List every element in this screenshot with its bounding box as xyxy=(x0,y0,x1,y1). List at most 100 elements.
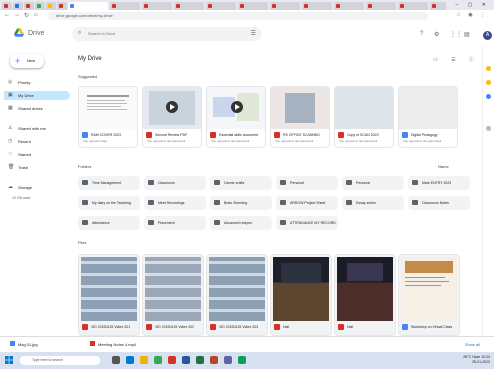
browser-tab[interactable] xyxy=(270,2,300,10)
folder-item[interactable]: Classroom xyxy=(144,176,206,190)
drive-icon: ▣ xyxy=(8,92,13,98)
folder-item[interactable]: Career crafts xyxy=(210,176,272,190)
home-icon[interactable]: ⌂ xyxy=(34,12,38,18)
edge-icon[interactable] xyxy=(126,356,134,364)
account-badge-icon[interactable]: ▤ xyxy=(464,31,470,38)
add-addon-icon[interactable] xyxy=(486,126,491,131)
folder-item[interactable]: Essay series xyxy=(342,196,404,210)
search-options-icon[interactable]: ☰ xyxy=(251,30,256,37)
sidebar-item-recent[interactable]: ◷ Recent xyxy=(4,137,70,146)
file-card[interactable]: VID 20230125 Video 001 xyxy=(78,254,140,336)
search-bar[interactable]: ⌕ ☰ xyxy=(72,27,262,41)
apps-grid-icon[interactable]: ⋮⋮ xyxy=(450,31,462,38)
settings-icon[interactable]: ⚙ xyxy=(434,31,439,38)
browser-tab[interactable] xyxy=(174,2,204,10)
file-card[interactable]: Workshop on Virtual Class xyxy=(398,254,460,336)
app-icon[interactable] xyxy=(168,356,176,364)
meet-icon[interactable] xyxy=(238,356,246,364)
folder-item[interactable]: Placement xyxy=(144,216,206,230)
suggested-file-card[interactable]: Essential skills document You opened in … xyxy=(206,86,266,148)
folder-item[interactable]: ATTENDANCE MY RECORDS xyxy=(276,216,338,230)
sidebar-item-trash[interactable]: 🗑 Trash xyxy=(4,163,70,172)
forward-icon[interactable]: → xyxy=(14,12,20,18)
search-icon[interactable]: ⌕ xyxy=(78,30,81,37)
folder-item[interactable]: Personal xyxy=(276,176,338,190)
word-icon[interactable] xyxy=(182,356,190,364)
browser-tab[interactable] xyxy=(206,2,236,10)
browser-tab[interactable] xyxy=(430,2,446,10)
powerpoint-icon[interactable] xyxy=(210,356,218,364)
suggested-file-card[interactable]: Digital Pedagogy You opened in the past … xyxy=(398,86,458,148)
browser-tab-active[interactable] xyxy=(68,2,108,10)
browser-tab[interactable] xyxy=(238,2,268,10)
show-all-downloads-button[interactable]: Show all xyxy=(465,342,480,347)
file-card[interactable]: VID 20230125 Video 002 xyxy=(142,254,204,336)
sidebar-item-starred[interactable]: ☆ Starred xyxy=(4,150,70,159)
browser-tab[interactable] xyxy=(13,2,23,10)
url-field[interactable]: drive.google.com/drive/my-drive xyxy=(48,12,428,20)
view-options-icon[interactable]: ⚇ ☰ ⓘ xyxy=(433,56,480,63)
chrome-icon[interactable] xyxy=(154,356,162,364)
browser-tab[interactable] xyxy=(110,2,140,10)
browser-tab[interactable] xyxy=(57,2,67,10)
extensions-icon[interactable]: ☆ ◉ ⋮ xyxy=(456,12,488,18)
folder-name: Classroom Notes xyxy=(422,201,449,205)
folder-icon xyxy=(280,200,286,205)
windows-start-icon[interactable] xyxy=(5,356,13,364)
folder-item[interactable]: Meet Recordings xyxy=(144,196,206,210)
folder-item[interactable]: Personal xyxy=(342,176,404,190)
browser-tab[interactable] xyxy=(302,2,332,10)
suggested-file-card[interactable]: Second Review PDF You opened in the past… xyxy=(142,86,202,148)
sort-control[interactable]: Name xyxy=(438,164,449,169)
browser-tab[interactable] xyxy=(334,2,364,10)
file-name: VID 20230125 Video 002 xyxy=(155,325,195,329)
browser-tab[interactable] xyxy=(35,2,45,10)
calendar-icon[interactable] xyxy=(486,66,491,71)
back-icon[interactable]: ← xyxy=(4,12,10,18)
folder-item[interactable]: Mark ENTRY 2023 xyxy=(408,176,470,190)
suggested-file-card[interactable]: RS OFFICE SCANNED You opened in the past… xyxy=(270,86,330,148)
folder-item[interactable]: Attendance xyxy=(78,216,140,230)
file-card[interactable]: VID 20230125 Video 003 xyxy=(206,254,268,336)
browser-tab[interactable] xyxy=(2,2,12,10)
reload-icon[interactable]: ↻ xyxy=(24,12,29,19)
keep-icon[interactable] xyxy=(486,80,491,85)
system-tray[interactable]: 28°C Haze 10:24 25-01-2023 xyxy=(463,355,490,365)
sidebar-item-priority[interactable]: ◎ Priority xyxy=(4,78,70,87)
new-button[interactable]: + New xyxy=(10,54,44,68)
excel-icon[interactable] xyxy=(196,356,204,364)
teams-icon[interactable] xyxy=(224,356,232,364)
browser-tab[interactable] xyxy=(398,2,428,10)
sidebar-item-label: Shared with me xyxy=(18,126,46,131)
folder-item[interactable]: Advanced recipes xyxy=(210,216,272,230)
file-card[interactable]: Hall xyxy=(270,254,332,336)
folder-item[interactable]: Brain Storming xyxy=(210,196,272,210)
browser-tab[interactable] xyxy=(24,2,34,10)
window-controls[interactable]: – ▢ ✕ xyxy=(456,2,490,8)
suggested-file-card[interactable]: RAM COVER 2023 You opened today xyxy=(78,86,138,148)
drive-logo-icon[interactable] xyxy=(14,28,24,38)
sidebar-item-shared-drives[interactable]: ▦ Shared drives xyxy=(4,104,70,113)
sidebar-item-shared-with-me[interactable]: ♙ Shared with me xyxy=(4,124,70,133)
sidebar-item-my-drive[interactable]: ▣ My Drive xyxy=(4,91,70,100)
folder-item[interactable]: Time Management xyxy=(78,176,140,190)
download-item[interactable]: Msg 01.jpg xyxy=(10,340,38,349)
browser-tab[interactable] xyxy=(366,2,396,10)
sidebar-item-storage[interactable]: ☁ Storage xyxy=(4,183,70,192)
tasks-icon[interactable] xyxy=(486,94,491,99)
task-view-icon[interactable] xyxy=(112,356,120,364)
folder-item[interactable]: ARROW Project Sheet xyxy=(276,196,338,210)
search-input[interactable] xyxy=(88,31,238,36)
folder-item[interactable]: My diary on the Teaching xyxy=(78,196,140,210)
avatar[interactable]: A xyxy=(483,31,492,40)
file-card[interactable]: Hall xyxy=(334,254,396,336)
suggested-file-card[interactable]: Copy of SCAN 2023 You opened in the past… xyxy=(334,86,394,148)
help-icon[interactable]: ? xyxy=(420,31,423,37)
page-title[interactable]: My Drive xyxy=(78,56,102,62)
taskbar-search-box[interactable]: Type here to search xyxy=(20,356,100,365)
folder-item[interactable]: Classroom Notes xyxy=(408,196,470,210)
browser-tab[interactable] xyxy=(46,2,56,10)
browser-tab[interactable] xyxy=(142,2,172,10)
file-explorer-icon[interactable] xyxy=(140,356,148,364)
download-item[interactable]: Meeting Notes 4.mp4 xyxy=(90,340,136,349)
